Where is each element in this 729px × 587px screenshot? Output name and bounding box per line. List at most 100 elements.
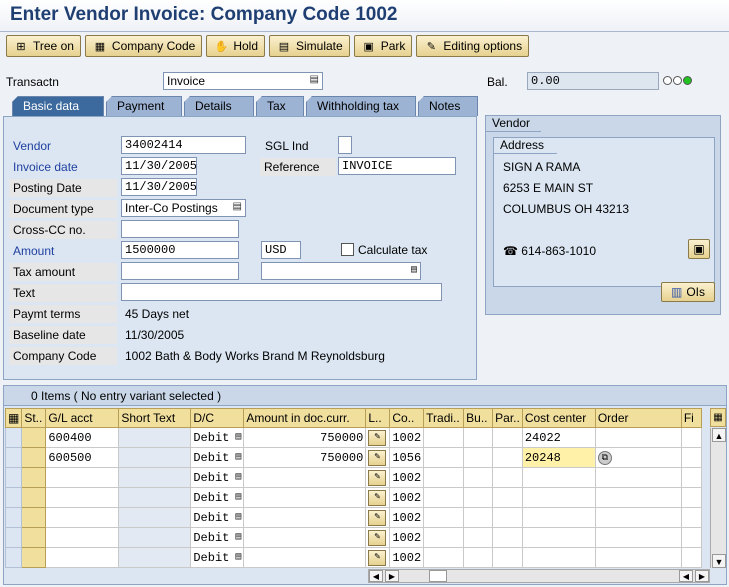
column-header-short-text[interactable]: Short Text [118, 408, 192, 428]
column-header-fi[interactable]: Fi [680, 408, 702, 428]
dc-cell[interactable]: Debit ▤ [190, 507, 245, 528]
dropdown-icon[interactable]: ▤ [235, 471, 241, 483]
posting-date-input[interactable]: 11/30/2005 [121, 178, 197, 196]
amount-cell[interactable] [243, 527, 367, 548]
co-cell[interactable]: 1002 [389, 467, 425, 488]
scroll-first-arrow[interactable]: ◀ [369, 570, 383, 582]
column-header-l[interactable]: L.. [365, 408, 391, 428]
co-cell[interactable]: 1056 [389, 447, 425, 468]
short-text-cell[interactable] [118, 427, 192, 448]
column-header-par[interactable]: Par.. [492, 408, 523, 428]
column-header-gl-acct[interactable]: G/L acct [45, 408, 120, 428]
scroll-last-arrow[interactable]: ▶ [695, 570, 709, 582]
cost-center-cell[interactable] [521, 467, 596, 488]
pencil-icon[interactable]: ✎ [368, 450, 387, 466]
amount-cell[interactable]: 750000 [243, 427, 367, 448]
row-selector[interactable] [4, 467, 23, 488]
bu-cell[interactable] [463, 547, 494, 568]
calculate-tax-checkbox[interactable] [341, 243, 354, 256]
par-cell[interactable] [492, 447, 523, 468]
co-cell[interactable]: 1002 [389, 527, 425, 548]
l-cell[interactable]: ✎ [365, 527, 391, 548]
scroll-right-arrow[interactable]: ◀ [679, 570, 693, 582]
tab-basic-data[interactable]: Basic data [12, 96, 104, 116]
scroll-up-arrow[interactable]: ▲ [712, 428, 726, 442]
column-header-trading[interactable]: Tradi.. [423, 408, 465, 428]
reference-input[interactable]: INVOICE [338, 157, 456, 175]
fi-cell[interactable] [680, 447, 702, 468]
trading-partner-cell[interactable] [423, 467, 465, 488]
l-cell[interactable]: ✎ [365, 547, 391, 568]
row-selector[interactable] [4, 547, 23, 568]
column-header-co[interactable]: Co.. [389, 408, 425, 428]
row-selector[interactable] [4, 487, 23, 508]
dropdown-icon[interactable]: ▤ [235, 431, 241, 443]
scroll-down-arrow[interactable]: ▼ [712, 554, 726, 568]
row-selector[interactable] [4, 507, 23, 528]
dc-cell[interactable]: Debit ▤ [190, 467, 245, 488]
vendor-input[interactable]: 34002414 [121, 136, 246, 154]
company-code-button[interactable]: ▦ Company Code [84, 35, 203, 57]
amount-input[interactable]: 1500000 [121, 241, 239, 259]
short-text-cell[interactable] [118, 447, 192, 468]
fi-cell[interactable] [680, 467, 702, 488]
trading-partner-cell[interactable] [423, 547, 465, 568]
gl-acct-cell[interactable]: 600500 [45, 447, 120, 468]
row-selector[interactable] [4, 427, 23, 448]
order-lookup-icon[interactable]: ⧉ [597, 451, 612, 465]
simulate-button[interactable]: ▤ Simulate [269, 35, 350, 57]
dc-cell[interactable]: Debit ▤ [190, 487, 245, 508]
bu-cell[interactable] [463, 447, 494, 468]
column-header-order[interactable]: Order [594, 408, 682, 428]
amount-cell[interactable] [243, 507, 367, 528]
l-cell[interactable]: ✎ [365, 447, 391, 468]
trading-partner-cell[interactable] [423, 507, 465, 528]
fi-cell[interactable] [680, 527, 702, 548]
pencil-icon[interactable]: ✎ [368, 430, 387, 446]
sgl-ind-input[interactable] [338, 136, 352, 154]
tab-notes[interactable]: Notes [418, 96, 478, 116]
order-cell[interactable]: ⧉ [594, 447, 682, 468]
fi-cell[interactable] [680, 487, 702, 508]
column-header-bu[interactable]: Bu.. [463, 408, 494, 428]
cost-center-cell[interactable] [521, 527, 596, 548]
tab-withholding-tax[interactable]: Withholding tax [306, 96, 416, 116]
bu-cell[interactable] [463, 527, 494, 548]
invoice-date-input[interactable]: 11/30/2005 [121, 157, 197, 175]
cost-center-cell[interactable] [521, 507, 596, 528]
order-cell[interactable] [594, 427, 682, 448]
par-cell[interactable] [492, 467, 523, 488]
cross-cc-input[interactable] [121, 220, 239, 238]
column-header-cost-center[interactable]: Cost center [521, 408, 596, 428]
amount-cell[interactable] [243, 487, 367, 508]
column-settings-icon[interactable]: ▦ [710, 408, 726, 427]
scroll-left-arrow[interactable]: ▶ [385, 570, 399, 582]
dropdown-icon[interactable]: ▤ [235, 511, 241, 523]
tree-on-button[interactable]: ⊞ Tree on [6, 35, 81, 57]
pencil-icon[interactable]: ✎ [368, 550, 387, 566]
pencil-icon[interactable]: ✎ [368, 470, 387, 486]
par-cell[interactable] [492, 507, 523, 528]
bu-cell[interactable] [463, 467, 494, 488]
gl-acct-cell[interactable] [45, 487, 120, 508]
fi-cell[interactable] [680, 507, 702, 528]
bu-cell[interactable] [463, 487, 494, 508]
amount-cell[interactable] [243, 547, 367, 568]
par-cell[interactable] [492, 547, 523, 568]
fi-cell[interactable] [680, 547, 702, 568]
transaction-select[interactable]: Invoice [163, 72, 323, 90]
pencil-icon[interactable]: ✎ [368, 510, 387, 526]
par-cell[interactable] [492, 487, 523, 508]
dropdown-icon[interactable]: ▤ [235, 491, 241, 503]
horizontal-scrollbar[interactable]: ◀ ▶ ◀ ▶ [368, 569, 710, 583]
short-text-cell[interactable] [118, 527, 192, 548]
co-cell[interactable]: 1002 [389, 507, 425, 528]
amount-cell[interactable] [243, 467, 367, 488]
text-input[interactable] [121, 283, 442, 301]
dc-cell[interactable]: Debit ▤ [190, 447, 245, 468]
column-header-amount[interactable]: Amount in doc.curr. [243, 408, 367, 428]
l-cell[interactable]: ✎ [365, 467, 391, 488]
cost-center-cell[interactable]: 20248 [521, 447, 596, 468]
trading-partner-cell[interactable] [423, 527, 465, 548]
hold-button[interactable]: ✋ Hold [206, 35, 265, 57]
